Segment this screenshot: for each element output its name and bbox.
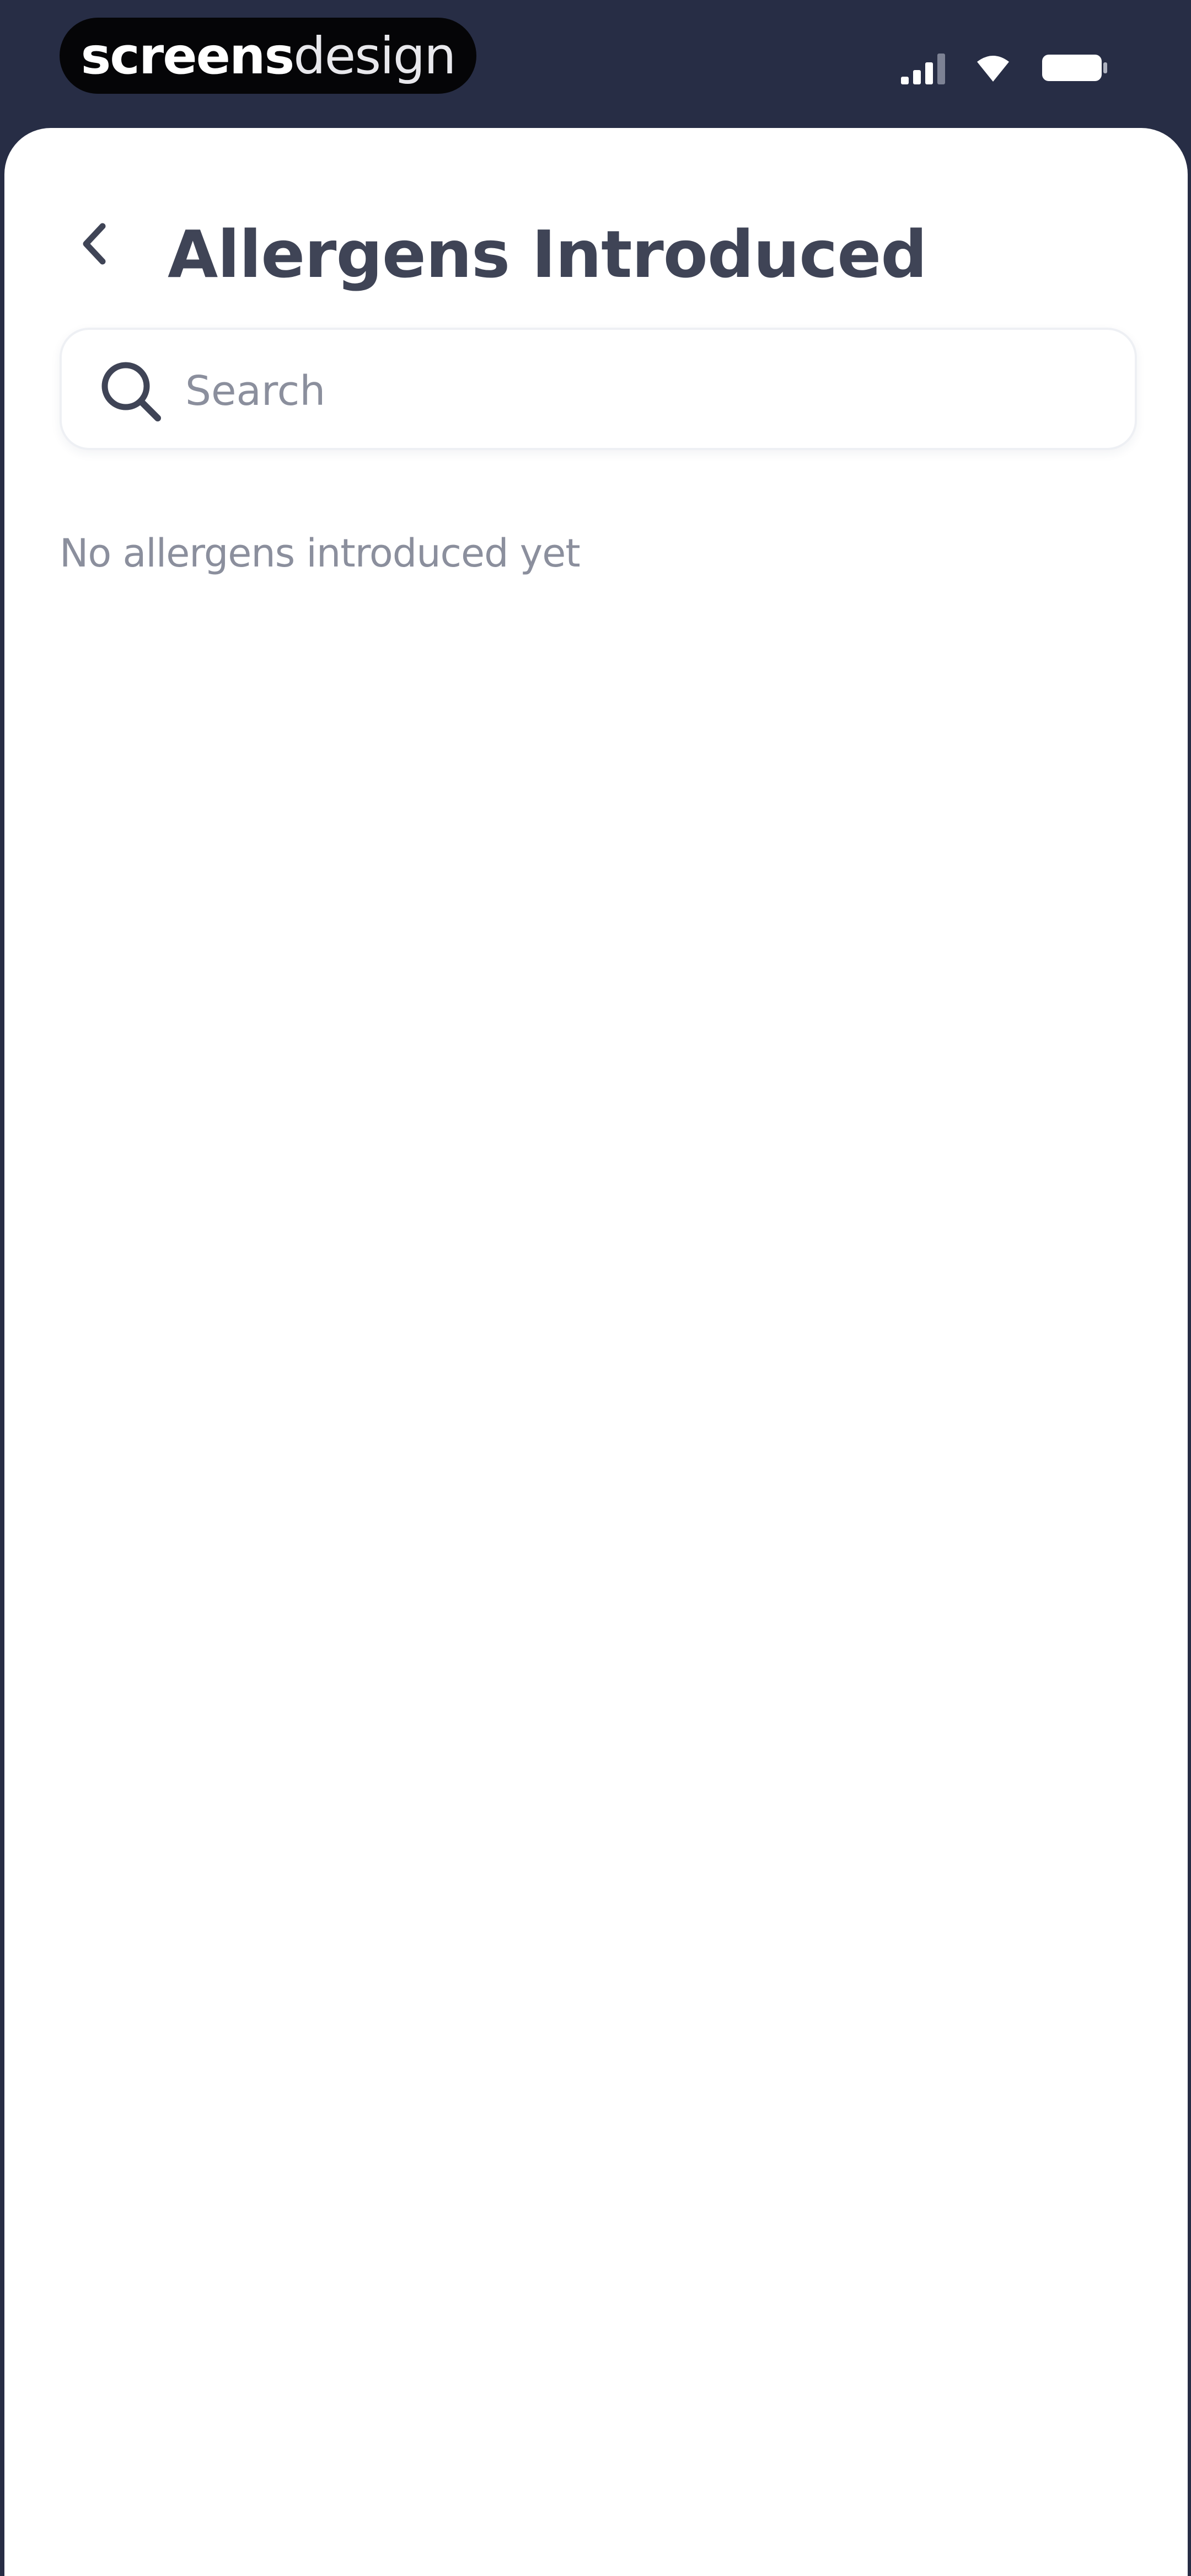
- brand-logo-text: screensdesign: [81, 26, 457, 85]
- search-input[interactable]: [184, 352, 1113, 430]
- battery-icon: [1041, 52, 1108, 83]
- status-bar: screensdesign: [0, 0, 1191, 132]
- search-icon: [101, 362, 161, 421]
- page-header: Allergens Introduced: [4, 200, 1188, 292]
- page-title: Allergens Introduced: [168, 216, 927, 292]
- status-icons: [901, 49, 1108, 87]
- back-button[interactable]: [66, 216, 121, 271]
- brand-logo-bold: screens: [81, 26, 295, 85]
- wifi-icon: [974, 53, 1012, 83]
- chevron-left-icon: [83, 223, 106, 265]
- signal-icon: [901, 51, 945, 84]
- brand-logo-light: design: [293, 26, 456, 85]
- brand-logo-pill: screensdesign: [60, 18, 476, 94]
- empty-state-message: No allergens introduced yet: [60, 531, 581, 576]
- search-bar[interactable]: [60, 328, 1137, 450]
- main-sheet: Allergens Introduced No allergens introd…: [4, 128, 1188, 2576]
